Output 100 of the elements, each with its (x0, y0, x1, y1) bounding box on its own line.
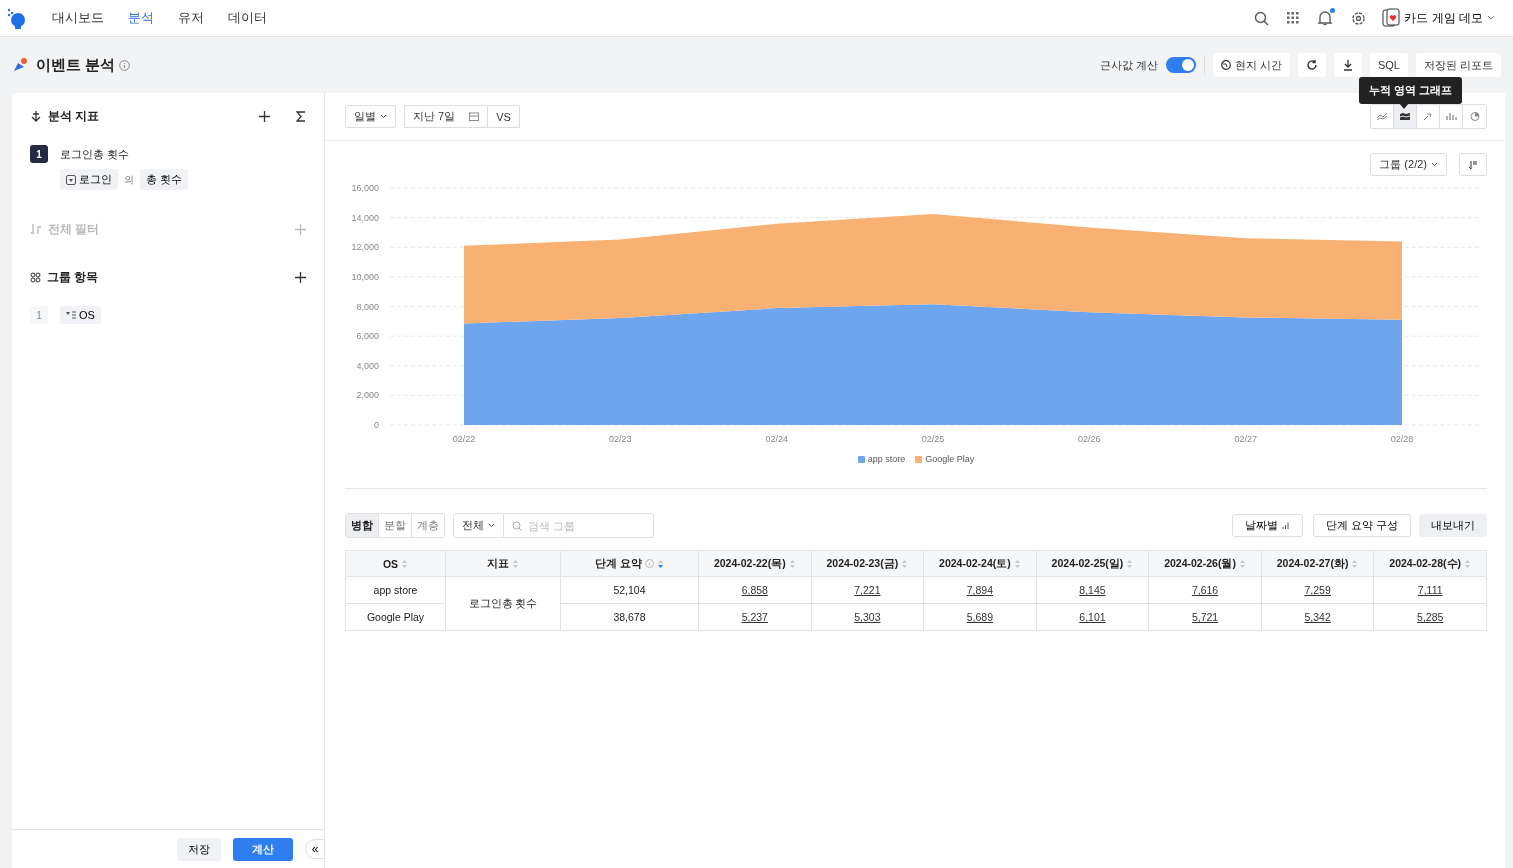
event-chip[interactable]: 로그인 (60, 169, 118, 190)
column-header: 2024-02-23(금) (826, 556, 899, 571)
value-link[interactable]: 6,858 (741, 584, 768, 596)
logo-icon[interactable] (6, 7, 26, 29)
connector-text: 의 (124, 172, 134, 187)
caret-icon (1487, 15, 1495, 21)
value-link[interactable]: 5,285 (1417, 611, 1444, 623)
column-header: 2024-02-24(토) (939, 556, 1011, 571)
group-chip[interactable]: OS (60, 306, 101, 324)
value-link[interactable]: 7,221 (854, 584, 881, 596)
calendar-icon (469, 112, 480, 121)
value-link[interactable]: 7,616 (1191, 584, 1219, 596)
local-time-button[interactable]: 현지 시간 (1212, 53, 1290, 77)
configure-summary-button[interactable]: 단계 요약 구성 (1312, 514, 1411, 537)
value-link[interactable]: 7,259 (1304, 584, 1331, 596)
y-tick-label: 10,000 (351, 271, 379, 282)
export-button[interactable]: 내보내기 (1419, 514, 1487, 537)
caret-icon (1431, 162, 1438, 167)
y-tick-label: 16,000 (351, 183, 379, 193)
section-title: 분석 지표 (48, 107, 101, 125)
nav-tab[interactable]: 데이터 (216, 5, 279, 31)
value-link[interactable]: 5,342 (1304, 611, 1331, 623)
by-date-button[interactable]: 날짜별 (1231, 514, 1303, 537)
value-link[interactable]: 5,237 (741, 611, 768, 623)
caret-icon (488, 523, 495, 528)
column-header: 2024-02-27(화) (1276, 556, 1349, 571)
table-cell: 52,104 (560, 576, 699, 604)
y-tick-label: 4,000 (356, 360, 379, 371)
trend-icon[interactable] (1422, 111, 1434, 122)
y-tick-label: 12,000 (351, 242, 379, 253)
sort-icon[interactable] (656, 558, 664, 569)
nav-tab[interactable]: 유저 (166, 5, 216, 31)
column-header: 2024-02-26(월) (1164, 556, 1236, 571)
column-header: 2024-02-22(목) (713, 556, 786, 571)
nav-tab[interactable]: 대시보드 (40, 5, 116, 31)
bell-icon[interactable] (1317, 10, 1334, 26)
area-chart-icon[interactable] (1399, 111, 1411, 122)
value-link[interactable]: 5,303 (854, 611, 881, 623)
interval-select[interactable]: 일별 (345, 105, 396, 128)
y-tick-label: 0 (374, 420, 379, 430)
plus-icon[interactable] (259, 110, 270, 122)
section-title: 전체 필터 (48, 220, 101, 238)
x-tick-label: 02/26 (1078, 434, 1101, 444)
sigma-icon[interactable] (296, 110, 306, 122)
date-range-select[interactable]: 지난 7일 (404, 105, 489, 128)
bar-chart-icon (1281, 522, 1290, 529)
approx-toggle[interactable] (1165, 57, 1196, 73)
save-button[interactable]: 저장 (177, 837, 221, 861)
download-icon[interactable] (1341, 59, 1354, 71)
property-icon (66, 311, 76, 319)
search-icon (512, 521, 522, 531)
legend-label: app store (867, 454, 906, 464)
refresh-icon[interactable] (1305, 59, 1318, 71)
saved-reports-button[interactable]: 저장된 리포트 (1415, 53, 1501, 77)
pie-chart-icon[interactable] (1468, 111, 1481, 122)
group-index: 1 (30, 306, 48, 324)
playing-cards-icon (1382, 8, 1401, 28)
apps-grid-icon[interactable] (1287, 12, 1300, 24)
sql-button[interactable]: SQL (1369, 53, 1408, 77)
value-link[interactable]: 5,689 (966, 611, 994, 623)
x-tick-label: 02/23 (609, 434, 632, 444)
x-tick-label: 02/24 (765, 434, 788, 444)
view-mode-tab[interactable]: 병합 (346, 514, 379, 537)
account-menu[interactable]: 카드 게임 데모 (1376, 7, 1501, 29)
group-select[interactable]: 그룹 (2/2) (1370, 153, 1447, 176)
value-link[interactable]: 5,721 (1191, 611, 1219, 623)
info-icon[interactable] (119, 59, 131, 71)
value-link[interactable]: 7,894 (966, 584, 994, 596)
calculate-button[interactable]: 계산 (233, 837, 293, 861)
compare-button[interactable]: VS (488, 105, 520, 128)
measure-chip[interactable]: 총 횟수 (140, 169, 189, 190)
table-cell: 38,678 (560, 603, 699, 631)
column-header: 단계 요약 (595, 556, 642, 571)
tooltip: 누적 영역 그래프 (1359, 77, 1463, 104)
column-header: 지표 (487, 556, 509, 571)
column-header: 2024-02-28(수) (1389, 556, 1462, 571)
x-tick-label: 02/27 (1234, 434, 1257, 444)
page-title: 이벤트 분석 (36, 55, 116, 75)
group-icon (30, 271, 41, 283)
caret-icon (380, 114, 387, 119)
table-cell: app store (345, 576, 446, 604)
globe-icon (1220, 60, 1231, 70)
settings-icon[interactable] (1351, 10, 1367, 26)
legend-label: Google Play (925, 454, 975, 464)
bar-chart-icon[interactable] (1445, 111, 1457, 122)
scope-select[interactable]: 전체 (453, 513, 504, 538)
collapse-button[interactable]: « (305, 839, 325, 859)
value-link[interactable]: 7,111 (1417, 584, 1443, 596)
sort-icon[interactable] (1468, 159, 1478, 170)
metric-index: 1 (30, 145, 48, 163)
value-link[interactable]: 8,145 (1079, 584, 1106, 596)
plus-icon[interactable] (295, 271, 306, 283)
value-link[interactable]: 6,101 (1079, 611, 1106, 623)
table-cell: Google Play (345, 603, 446, 631)
nav-tab[interactable]: 분석 (116, 5, 166, 31)
table-cell: 로그인총 횟수 (445, 576, 561, 631)
search-icon[interactable] (1254, 10, 1270, 26)
filter-icon (30, 223, 42, 235)
search-field[interactable]: 검색 그룹 (504, 513, 654, 538)
line-chart-icon[interactable] (1376, 111, 1388, 122)
